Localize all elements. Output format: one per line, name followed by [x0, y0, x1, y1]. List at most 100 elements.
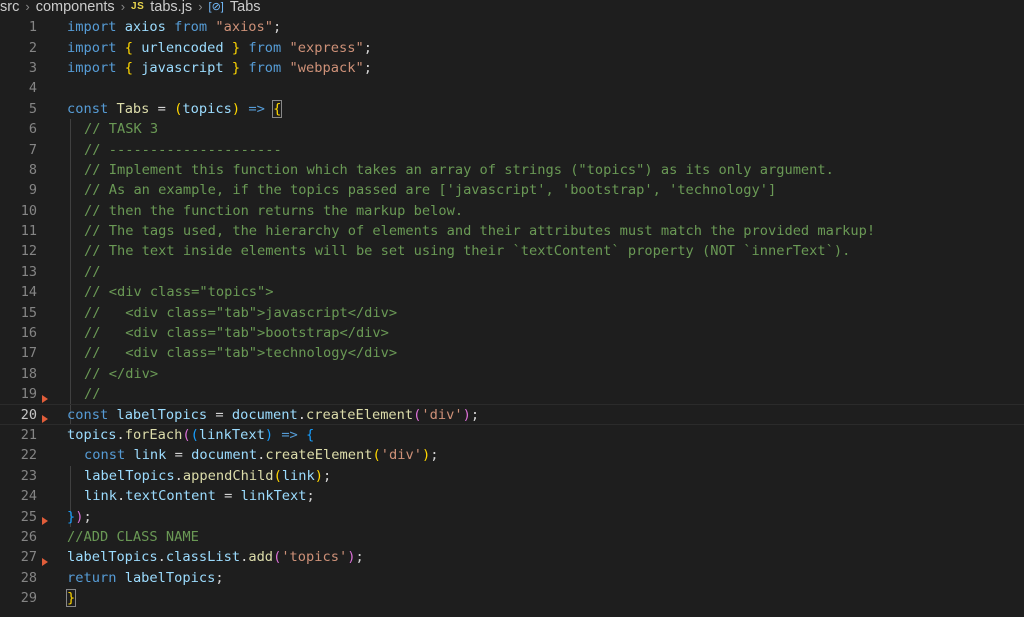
comment-text[interactable]: // <div class="tab">javascript</div>	[84, 302, 397, 322]
code-line[interactable]: 1 import axios from "axios";	[0, 17, 1024, 37]
comment-text[interactable]: //	[84, 262, 100, 282]
code-text[interactable]: import { urlencoded } from "express";	[67, 37, 372, 57]
comment-text[interactable]: // The text inside elements will be set …	[84, 241, 850, 261]
code-line[interactable]: 17 // <div class="tab">technology</div>	[0, 343, 1024, 363]
line-number: 5	[28, 100, 37, 117]
line-number: 6	[28, 121, 37, 138]
line-number: 20	[20, 406, 37, 423]
code-line[interactable]: 16 // <div class="tab">bootstrap</div>	[0, 323, 1024, 343]
line-number: 18	[20, 365, 37, 382]
line-number: 10	[20, 202, 37, 219]
code-line[interactable]: 12 // The text inside elements will be se…	[0, 241, 1024, 261]
line-number: 8	[28, 161, 37, 178]
code-text[interactable]: import { javascript } from "webpack";	[67, 58, 372, 78]
code-line[interactable]: 14 // <div class="topics">	[0, 282, 1024, 302]
code-line[interactable]: 7 // ---------------------	[0, 139, 1024, 159]
breadcrumb: src › components › JS tabs.js › [⊘] Tabs	[0, 0, 1024, 14]
comment-text[interactable]: // </div>	[84, 364, 158, 384]
code-text[interactable]: topics. forEach((linkText) => {	[67, 425, 314, 445]
comment-text[interactable]: // <div class="tab">bootstrap</div>	[84, 323, 389, 343]
comment-text[interactable]: // The tags used, the hierarchy of eleme…	[84, 221, 875, 241]
code-line[interactable]: 23 labelTopics. appendChild(link);	[0, 466, 1024, 486]
code-line[interactable]: 15 // <div class="tab">javascript</div>	[0, 302, 1024, 322]
code-text[interactable]: const Tabs = (topics) => {	[67, 99, 283, 119]
code-editor[interactable]: 1 import axios from "axios"; 2 import { …	[0, 17, 1024, 617]
line-number: 19	[20, 386, 37, 403]
code-text[interactable]: const labelTopics = document. createEleme…	[67, 404, 479, 424]
code-line[interactable]: 25 });	[0, 506, 1024, 526]
code-text[interactable]: link. textContent = linkText;	[84, 486, 315, 506]
code-line[interactable]: 10 // then the function returns the marku…	[0, 201, 1024, 221]
code-line[interactable]: 8 // Implement this function which takes …	[0, 160, 1024, 180]
error-marker-icon	[42, 415, 48, 424]
error-marker-icon	[42, 558, 48, 567]
line-number: 17	[20, 345, 37, 362]
line-number: 25	[20, 508, 37, 525]
line-number: 2	[28, 39, 37, 56]
line-number: 4	[28, 80, 37, 97]
comment-text[interactable]: // <div class="topics">	[84, 282, 274, 302]
comment-text[interactable]: // As an example, if the topics passed a…	[84, 180, 776, 200]
line-number: 7	[28, 141, 37, 158]
code-line[interactable]: 9 // As an example, if the topics passed …	[0, 180, 1024, 200]
chevron-right-icon: ›	[120, 0, 126, 14]
code-line[interactable]: 18 // </div>	[0, 364, 1024, 384]
code-line[interactable]: 24 link. textContent = linkText;	[0, 486, 1024, 506]
code-line[interactable]: 21 topics. forEach((linkText) => {	[0, 425, 1024, 445]
code-line[interactable]: 29 }	[0, 588, 1024, 608]
code-text[interactable]: import axios from "axios";	[67, 17, 281, 37]
code-text[interactable]: }	[65, 588, 77, 608]
line-number: 15	[20, 304, 37, 321]
code-text[interactable]: labelTopics. appendChild(link);	[84, 466, 331, 486]
line-number: 3	[28, 59, 37, 76]
chevron-right-icon: ›	[25, 0, 30, 14]
comment-text[interactable]: // <div class="tab">technology</div>	[84, 343, 397, 363]
breadcrumb-symbol[interactable]: Tabs	[230, 0, 261, 14]
code-line[interactable]: 5 const Tabs = (topics) => {	[0, 99, 1024, 119]
line-number: 28	[20, 569, 37, 586]
code-text[interactable]: return labelTopics;	[67, 568, 224, 588]
line-number: 14	[20, 284, 37, 301]
comment-text[interactable]: // ---------------------	[84, 139, 282, 159]
comment-text[interactable]: // then the function returns the markup …	[84, 201, 463, 221]
code-text[interactable]: });	[67, 506, 92, 526]
line-number: 23	[20, 467, 37, 484]
code-line[interactable]: 6 // TASK 3	[0, 119, 1024, 139]
comment-text[interactable]: // Implement this function which takes a…	[84, 160, 834, 180]
comment-text[interactable]: //ADD CLASS NAME	[67, 527, 199, 547]
code-line[interactable]: 2 import { urlencoded } from "express";	[0, 37, 1024, 57]
line-number: 26	[20, 528, 37, 545]
line-number: 13	[20, 263, 37, 280]
line-number: 21	[20, 427, 37, 443]
code-line[interactable]: 19 //	[0, 384, 1024, 404]
code-line[interactable]: 27 labelTopics. classList. add('topics');	[0, 547, 1024, 567]
error-marker-icon	[42, 395, 48, 404]
line-number: 24	[20, 488, 37, 505]
error-marker-icon	[42, 517, 48, 526]
breadcrumb-file[interactable]: tabs.js	[150, 0, 192, 14]
code-line-active[interactable]: 20 const labelTopics = document. createEl…	[0, 404, 1024, 424]
line-number: 27	[20, 549, 37, 566]
breadcrumb-src[interactable]: src	[0, 0, 19, 14]
code-line[interactable]: 13 //	[0, 262, 1024, 282]
comment-text[interactable]: //	[84, 384, 100, 404]
code-line[interactable]: 4	[0, 78, 1024, 98]
line-number: 12	[20, 243, 37, 260]
code-line[interactable]: 26 //ADD CLASS NAME	[0, 527, 1024, 547]
line-number: 9	[28, 182, 37, 199]
code-line[interactable]: 22 const link = document. createElement('…	[0, 445, 1024, 465]
js-file-icon: JS	[131, 1, 145, 12]
code-text[interactable]: labelTopics. classList. add('topics');	[67, 547, 364, 567]
code-line[interactable]: 11 // The tags used, the hierarchy of ele…	[0, 221, 1024, 241]
breadcrumb-components[interactable]: components	[36, 0, 115, 14]
line-number: 29	[20, 590, 37, 607]
code-line[interactable]: 3 import { javascript } from "webpack";	[0, 58, 1024, 78]
chevron-right-icon: ›	[198, 0, 203, 14]
code-text[interactable]: const link = document. createElement('div…	[84, 445, 438, 465]
code-line[interactable]: 28 return labelTopics;	[0, 568, 1024, 588]
line-number: 22	[20, 447, 37, 464]
line-number: 16	[20, 325, 37, 342]
line-number: 1	[28, 19, 37, 36]
variable-symbol-icon: [⊘]	[208, 1, 224, 13]
comment-text[interactable]: // TASK 3	[84, 119, 158, 139]
